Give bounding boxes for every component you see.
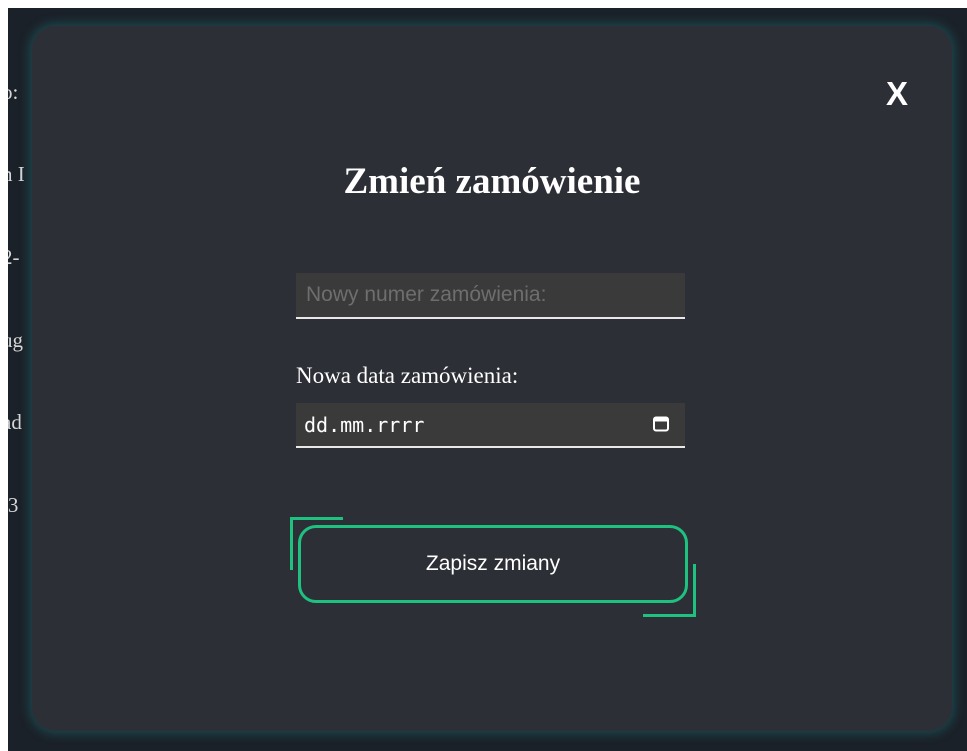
save-button-frame: Zapisz zmiany: [290, 517, 696, 617]
edit-order-modal: X Zmień zamówienie Nowa data zamówienia:…: [32, 26, 952, 731]
calendar-icon[interactable]: [652, 415, 670, 433]
order-date-input[interactable]: dd.mm.rrrr: [296, 403, 685, 448]
close-icon[interactable]: X: [877, 74, 917, 114]
order-number-input[interactable]: [296, 273, 685, 319]
order-date-value: dd.mm.rrrr: [304, 413, 425, 437]
modal-title: Zmień zamówienie: [343, 161, 641, 202]
save-changes-button[interactable]: Zapisz zmiany: [298, 525, 688, 603]
page-background: o: n I 2- ug ad i3 X Zmień zamówienie No…: [8, 8, 967, 751]
order-date-label: Nowa data zamówienia:: [296, 363, 519, 388]
